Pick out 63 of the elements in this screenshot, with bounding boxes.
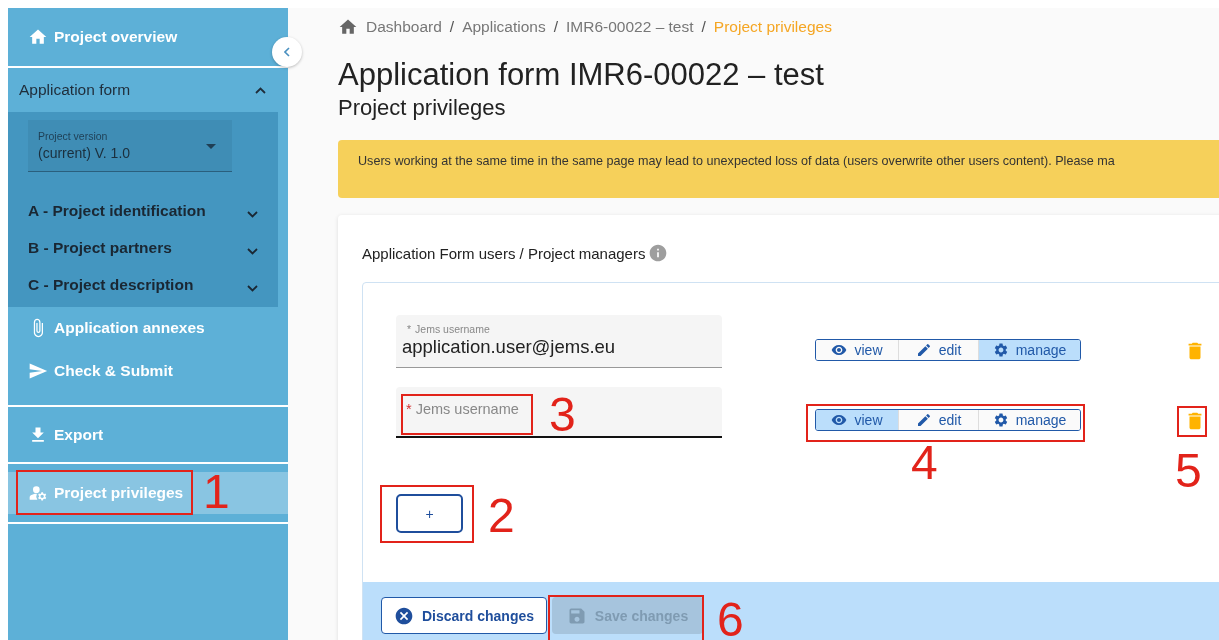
chevron-down-icon [247, 285, 258, 292]
callout-number: 5 [1175, 451, 1202, 491]
sidebar-item[interactable]: Project overview [8, 8, 186, 66]
info-icon[interactable] [648, 243, 669, 263]
sidebar-item[interactable]: Application annexes [8, 307, 213, 349]
version-select[interactable]: Project version (current) V. 1.0 [28, 120, 232, 172]
permission-option[interactable]: view [816, 340, 898, 360]
discard-button[interactable]: Discard changes [381, 597, 547, 634]
eye-icon [831, 412, 848, 428]
warning-banner: Users working at the same time in the same page may lead to unexpected loss of data (users overwrite other users content). Please ma [338, 140, 1219, 198]
home-icon [28, 27, 48, 47]
breadcrumb-separator: / [701, 18, 706, 36]
page-title: Application form IMR6-00022 – test [338, 56, 825, 94]
permission-option[interactable]: edit [898, 340, 978, 360]
breadcrumb-separator: / [553, 18, 559, 36]
sidebar-subitem[interactable]: C - Project description [8, 266, 278, 303]
subitem-label: A - Project identification [28, 201, 206, 220]
breadcrumb-link[interactable]: Applications [462, 18, 546, 36]
field-label: Project version [38, 130, 109, 142]
send-icon [28, 361, 48, 381]
field-label: * Jems username [406, 323, 491, 335]
pencil-icon [915, 342, 932, 358]
user-gear-icon [28, 483, 48, 503]
gear-icon [992, 412, 1009, 428]
callout-number: 3 [549, 395, 576, 435]
chevron-down-icon [247, 211, 258, 218]
dropdown-caret-icon [206, 144, 216, 149]
breadcrumb-separator: / [449, 18, 455, 36]
sidebar-subitem[interactable]: B - Project partners [8, 229, 278, 266]
pencil-icon [915, 412, 932, 428]
eye-icon [831, 342, 848, 358]
field-value: application.user@jems.eu [402, 336, 617, 358]
breadcrumb-link[interactable]: Dashboard [366, 18, 442, 36]
permission-option[interactable]: edit [898, 410, 978, 430]
page-subtitle: Project privileges [338, 94, 507, 122]
chevron-down-icon [247, 248, 258, 255]
username-field[interactable]: * Jems username application.user@jems.eu [396, 315, 722, 368]
callout-number: 4 [911, 443, 938, 483]
subitem-label: B - Project partners [28, 238, 172, 257]
field-value: (current) V. 1.0 [38, 145, 131, 161]
card-heading: Application Form users / Project managers [362, 244, 646, 262]
subitem-label: C - Project description [28, 275, 194, 294]
permission-option[interactable]: manage [978, 340, 1080, 360]
permission-option[interactable]: view [816, 410, 898, 430]
home-icon[interactable] [338, 17, 358, 37]
chevron-left-icon [284, 47, 290, 57]
callout-number: 6 [717, 600, 744, 640]
permission-option[interactable]: manage [978, 410, 1080, 430]
breadcrumb-link[interactable]: IMR6-00022 – test [566, 18, 694, 36]
section-header[interactable]: Application form [8, 68, 288, 112]
sidebar-item[interactable]: Export [8, 407, 112, 462]
field-label: * Jems username [406, 401, 520, 417]
chevron-up-icon [255, 86, 266, 94]
cancel-icon [393, 605, 414, 626]
section-title: Application form [19, 81, 131, 99]
annotation-frame [1177, 406, 1207, 437]
add-user-button[interactable]: + [396, 494, 463, 533]
sidebar-item[interactable]: Check & Submit [8, 349, 181, 393]
sidebar-subitem[interactable]: A - Project identification [8, 192, 278, 229]
callout-number: 1 [203, 472, 230, 512]
gear-icon [992, 342, 1009, 358]
collapse-button[interactable] [272, 37, 302, 67]
callout-number: 2 [488, 496, 515, 536]
